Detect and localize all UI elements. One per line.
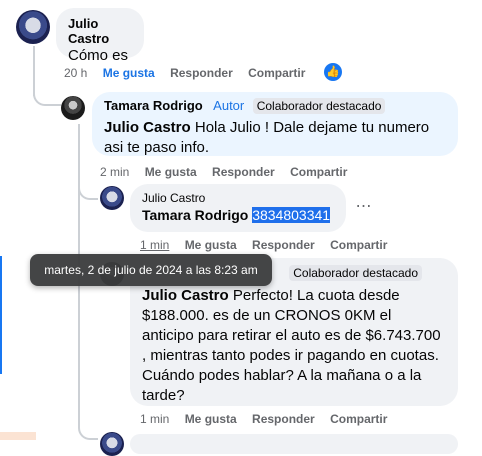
thread-connector-reply-1 (33, 82, 61, 106)
like-button[interactable]: Me gusta (185, 238, 237, 252)
share-button[interactable]: Compartir (330, 238, 387, 252)
reply-actions: 1 min Me gusta Responder Compartir (140, 238, 399, 252)
comment-time[interactable]: 20 h (64, 66, 87, 80)
mention-link[interactable]: Tamara Rodrigo (142, 207, 248, 223)
phone-number[interactable]: 3834803341 (252, 207, 331, 223)
reply-bubble: Tamara Rodrigo Autor Colaborador destaca… (92, 92, 458, 156)
thread-connector-reply-2 (78, 178, 98, 200)
reply-author[interactable]: Julio Castro (142, 191, 334, 205)
reply-time[interactable]: 1 min (140, 412, 169, 426)
mention-link[interactable]: Julio Castro (142, 287, 229, 304)
reply-bubble (130, 434, 458, 454)
reply-actions: 1 min Me gusta Responder Compartir (140, 412, 399, 426)
contributor-badge: Colaborador destacado (289, 265, 422, 281)
comment-author[interactable]: Julio Castro (68, 16, 132, 46)
avatar[interactable] (61, 96, 85, 120)
like-button[interactable]: Me gusta (145, 165, 197, 179)
comment-actions: 20 h Me gusta Responder Compartir (64, 66, 317, 80)
reply-time[interactable]: 1 min (140, 238, 169, 252)
avatar[interactable] (100, 432, 124, 456)
avatar[interactable] (16, 10, 50, 44)
reply-button[interactable]: Responder (170, 66, 233, 80)
comment-text: Cómo es (68, 47, 129, 64)
side-highlight (0, 256, 2, 374)
reply-text: Perfecto! La cuota desde $188.000. es de… (142, 287, 441, 404)
reply-actions: 2 min Me gusta Responder Compartir (100, 165, 359, 179)
like-button[interactable]: Me gusta (185, 412, 237, 426)
like-button[interactable]: Me gusta (103, 66, 155, 80)
more-icon[interactable]: ⋯ (355, 198, 373, 216)
reply-button[interactable]: Responder (252, 412, 315, 426)
avatar[interactable] (100, 186, 124, 210)
share-button[interactable]: Compartir (330, 412, 387, 426)
reply-button[interactable]: Responder (252, 238, 315, 252)
reply-bubble: Julio Castro Tamara Rodrigo 3834803341 (130, 184, 346, 232)
comment-bubble: Julio Castro Cómo es (56, 8, 144, 64)
share-button[interactable]: Compartir (290, 165, 347, 179)
mention-link[interactable]: Julio Castro (104, 119, 191, 136)
thread-connector-reply-4 (78, 420, 98, 440)
reply-author[interactable]: Tamara Rodrigo (104, 98, 203, 113)
bottom-edge-element (0, 432, 36, 440)
contributor-badge: Colaborador destacado (252, 98, 386, 114)
author-badge: Autor (213, 98, 245, 113)
reply-time[interactable]: 2 min (100, 165, 129, 179)
reply-button[interactable]: Responder (212, 165, 275, 179)
share-button[interactable]: Compartir (248, 66, 305, 80)
like-icon[interactable]: 👍 (324, 63, 342, 81)
timestamp-tooltip: martes, 2 de julio de 2024 a las 8:23 am (30, 254, 272, 286)
